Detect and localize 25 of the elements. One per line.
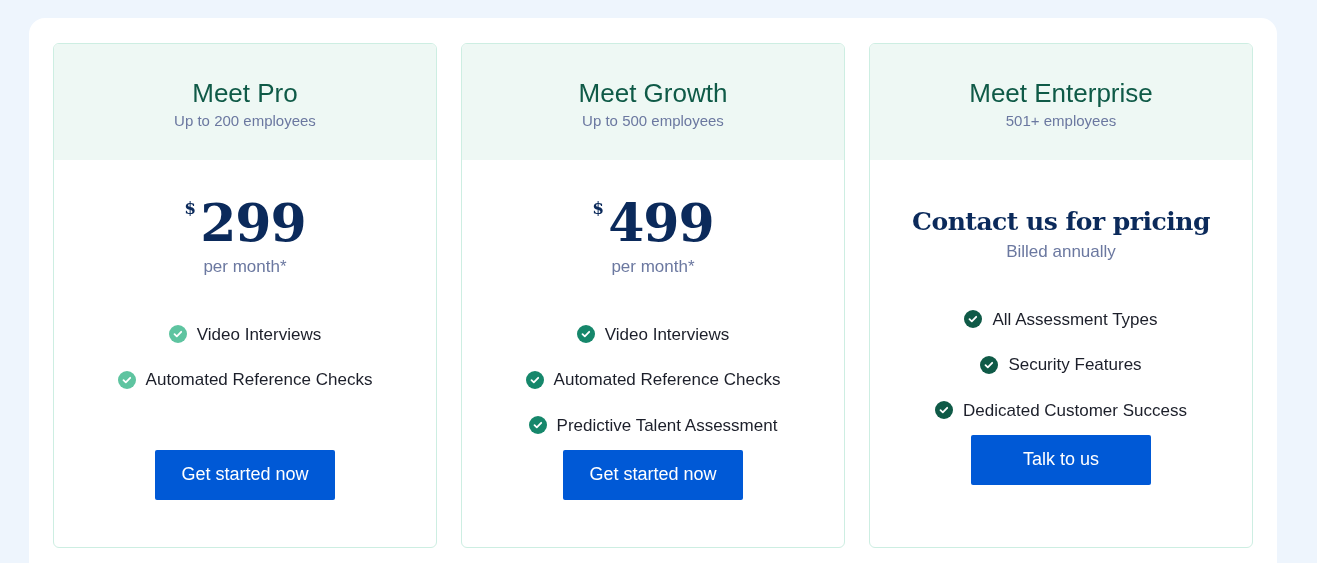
currency-symbol: $	[184, 200, 197, 217]
cta-button[interactable]: Get started now	[563, 449, 743, 500]
pricing-heading: Contact us for pricing	[912, 206, 1210, 238]
price: 499	[608, 194, 714, 252]
currency-symbol: $	[592, 200, 605, 217]
plan-audience: Up to 200 employees	[174, 110, 316, 131]
feature-label: Dedicated Customer Success	[963, 399, 1187, 422]
cta-button[interactable]: Get started now	[155, 449, 335, 500]
plan-audience: Up to 500 employees	[582, 110, 724, 131]
plan-audience: 501+ employees	[1005, 110, 1117, 131]
billing-note: Billed annually	[1006, 241, 1116, 263]
feature-label: Security Features	[1008, 354, 1142, 376]
plan-title: Meet Growth	[578, 76, 728, 110]
billing-period: per month*	[611, 256, 695, 278]
feature-label: Predictive Talent Assessment	[556, 414, 778, 437]
feature-label: All Assessment Types	[992, 308, 1158, 331]
price: 299	[200, 194, 306, 252]
plan-title: Meet Pro	[192, 76, 298, 110]
feature-label: Video Interviews	[604, 323, 730, 346]
feature-label: Video Interviews	[196, 323, 322, 346]
feature-label: Automated Reference Checks	[145, 369, 373, 391]
cta-button[interactable]: Talk to us	[971, 434, 1151, 485]
billing-period: per month*	[203, 256, 287, 278]
feature-label: Automated Reference Checks	[553, 369, 781, 391]
plan-title: Meet Enterprise	[969, 76, 1153, 110]
